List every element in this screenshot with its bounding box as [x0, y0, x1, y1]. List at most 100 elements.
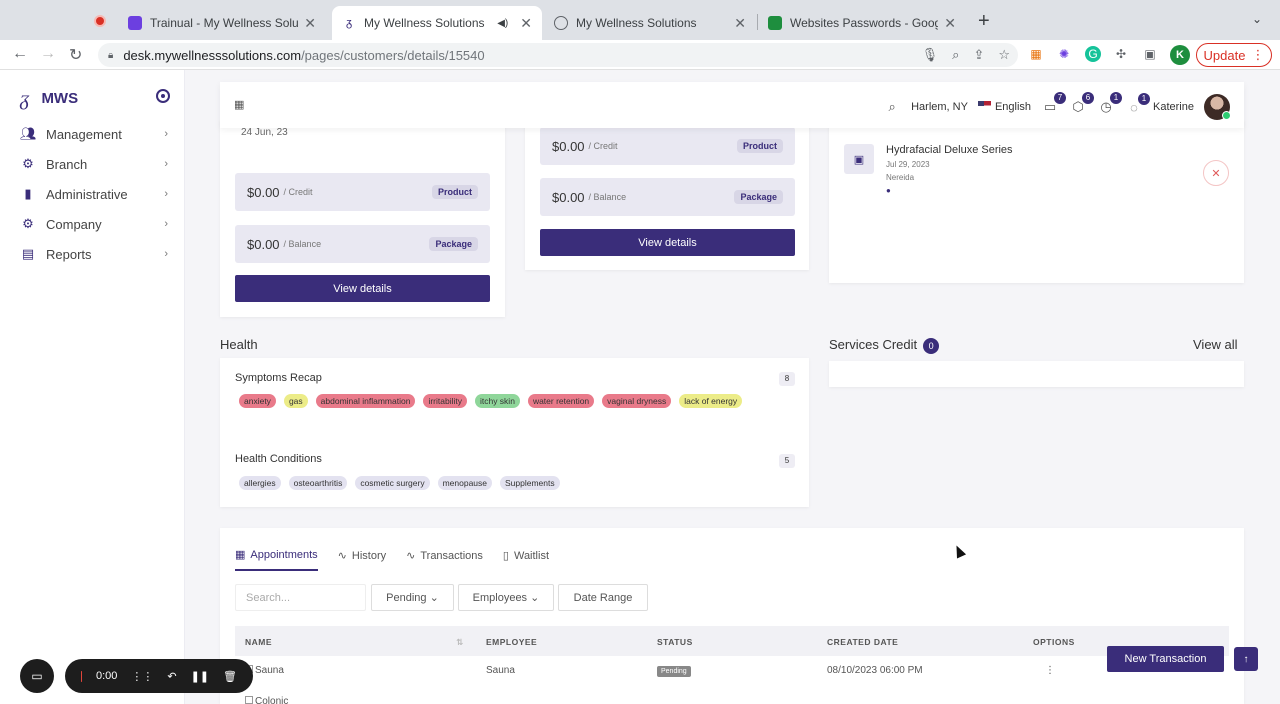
side-panel-icon[interactable]: ▣: [1142, 46, 1158, 62]
browser-tab-trainual[interactable]: Trainual - My Wellness Solution ✕: [118, 6, 326, 40]
new-tab-icon[interactable]: +: [978, 10, 990, 33]
update-button[interactable]: Update ⋮: [1196, 43, 1272, 67]
sidebar-item-management[interactable]: 👥︎ Management ›: [20, 124, 170, 144]
credit-box: $0.00 / Credit Product: [235, 173, 490, 211]
condition-tag: osteoarthritis: [288, 476, 348, 490]
row-options-icon[interactable]: ⋮: [1045, 665, 1055, 676]
remove-package-button[interactable]: ✕: [1203, 160, 1229, 186]
gear-icon: ⚙︎: [22, 156, 34, 171]
chevron-right-icon: ›: [164, 218, 168, 230]
package-date: Jul 29, 2023: [886, 160, 930, 169]
search-icon[interactable]: ⌕: [883, 99, 901, 115]
condition-tag: menopause: [437, 476, 492, 490]
table-row[interactable]: Sauna Sauna Pending 08/10/2023 06:00 PM …: [235, 656, 1229, 686]
grid-icon[interactable]: ⋮⋮: [131, 670, 153, 683]
health-title: Health: [220, 337, 258, 352]
tab-appointments[interactable]: ▦ Appointments: [235, 548, 318, 571]
camera-icon[interactable]: ▭: [20, 659, 54, 693]
undo-icon[interactable]: ↶: [167, 670, 176, 683]
app-sidebar: ᵹ MWS 👥︎ Management › ⚙︎ Branch › ▮ Admi…: [0, 70, 185, 704]
symptoms-count: 8: [779, 372, 795, 386]
profile-avatar[interactable]: K: [1170, 45, 1190, 65]
calendar-icon[interactable]: ▦: [234, 98, 244, 111]
tab-transactions[interactable]: ∿ Transactions: [406, 548, 483, 571]
customer-card-left: 24 Jun, 23 $0.00 / Credit Product $0.00 …: [220, 120, 505, 317]
extension-spark-icon[interactable]: ✺: [1056, 46, 1072, 62]
pause-icon[interactable]: ❚❚: [191, 670, 209, 683]
cart-icon[interactable]: ▭ 7: [1041, 92, 1067, 115]
cogs-icon: ⚙︎: [22, 216, 34, 231]
sidebar-item-administrative[interactable]: ▮ Administrative ›: [20, 184, 170, 204]
trash-icon[interactable]: 🗑︎: [223, 670, 237, 683]
date-range-filter[interactable]: Date Range: [558, 584, 648, 611]
symptoms-tags: anxiety gas abdominal inflammation irrit…: [239, 394, 799, 408]
browser-tab-passwords[interactable]: Websites Passwords - Google ✕: [758, 6, 966, 40]
back-arrow-icon[interactable]: ←: [12, 45, 28, 63]
card-date: 24 Jun, 23: [241, 127, 288, 138]
share-icon[interactable]: ⇪: [973, 47, 984, 63]
clock-icon[interactable]: ◷ 1: [1097, 92, 1123, 115]
forward-arrow-icon[interactable]: →: [40, 45, 56, 63]
services-credit-title: Services Credit 0: [829, 337, 940, 354]
stop-recording-button[interactable]: [81, 670, 82, 682]
zoom-icon[interactable]: ⌕: [952, 47, 959, 63]
tab-history[interactable]: ∿ History: [338, 548, 386, 571]
address-bar[interactable]: 🔒︎ desk.mywellnesssolutions.com/pages/cu…: [98, 43, 1018, 67]
trainual-favicon-icon: [128, 16, 142, 30]
user-name[interactable]: Katerine: [1153, 101, 1194, 113]
sidebar-item-company[interactable]: ⚙︎ Company ›: [20, 214, 170, 234]
comment-icon[interactable]: ●: [886, 186, 1013, 195]
grammarly-icon[interactable]: G: [1085, 46, 1101, 62]
view-all-link[interactable]: View all: [1193, 337, 1238, 352]
symptom-tag: gas: [283, 394, 308, 408]
browser-tab-mws-active[interactable]: ᵹ My Wellness Solutions ◀) ✕: [332, 6, 542, 40]
extensions-puzzle-icon[interactable]: ✣: [1113, 46, 1129, 62]
symptoms-recap-title: Symptoms Recap: [235, 372, 322, 384]
sort-icon[interactable]: ⇅: [456, 637, 464, 648]
row-checkbox[interactable]: [245, 696, 253, 704]
close-tab-icon[interactable]: ✕: [520, 15, 532, 32]
column-header[interactable]: NAME: [245, 637, 272, 647]
search-input[interactable]: Search...: [235, 584, 366, 611]
bookmark-star-icon[interactable]: ☆: [998, 47, 1010, 63]
browser-tab-mws[interactable]: My Wellness Solutions ✕: [544, 6, 756, 40]
location-label[interactable]: Harlem, NY: [911, 101, 968, 113]
tab-waitlist[interactable]: ▯ Waitlist: [503, 548, 549, 571]
pending-filter[interactable]: Pending ⌄: [371, 584, 454, 611]
tab-search-chevron-icon[interactable]: ⌄: [1252, 12, 1262, 26]
column-header: STATUS: [657, 637, 693, 647]
brand[interactable]: ᵹ MWS: [20, 86, 78, 111]
activity-icon: ∿: [406, 550, 416, 562]
view-details-button[interactable]: View details: [235, 275, 490, 302]
microphone-icon[interactable]: 🎙︎: [922, 47, 939, 63]
package-item[interactable]: ▣ Hydrafacial Deluxe Series Jul 29, 2023…: [844, 144, 1013, 195]
new-transaction-button[interactable]: New Transaction: [1107, 646, 1224, 672]
chat-icon[interactable]: ◌ 1: [1125, 92, 1151, 115]
package-title: Hydrafacial Deluxe Series: [886, 144, 1013, 156]
table-row[interactable]: Colonic: [235, 686, 1229, 704]
status-badge: Pending: [657, 666, 691, 677]
language-selector[interactable]: English: [977, 101, 1031, 113]
symptom-tag: water retention: [527, 394, 595, 408]
box-icon[interactable]: ⬡ 6: [1069, 92, 1095, 115]
close-tab-icon[interactable]: ✕: [944, 15, 956, 32]
type-pill: Package: [734, 190, 783, 204]
sidebar-toggle-icon[interactable]: [156, 89, 170, 103]
lock-icon[interactable]: 🔒︎: [108, 50, 113, 61]
employees-filter[interactable]: Employees ⌄: [458, 584, 554, 611]
view-details-button[interactable]: View details: [540, 229, 795, 256]
health-conditions-title: Health Conditions: [235, 453, 322, 465]
sidebar-item-reports[interactable]: ▤ Reports ›: [20, 244, 170, 264]
reload-icon[interactable]: ↻: [69, 45, 82, 65]
balance-box: $0.00 / Balance Package: [540, 178, 795, 216]
browser-toolbar: ← → ↻ 🔒︎ desk.mywellnesssolutions.com/pa…: [0, 40, 1280, 70]
chevron-down-icon: ⌄: [530, 592, 540, 604]
conditions-tags: allergies osteoarthritis cosmetic surger…: [239, 476, 799, 490]
audio-playing-icon[interactable]: ◀): [497, 18, 508, 29]
close-tab-icon[interactable]: ✕: [734, 15, 746, 32]
close-tab-icon[interactable]: ✕: [304, 15, 316, 32]
sidebar-item-branch[interactable]: ⚙︎ Branch ›: [20, 154, 170, 174]
scroll-to-top-button[interactable]: ↑: [1234, 647, 1258, 671]
extension-grid-icon[interactable]: ▦: [1028, 46, 1044, 62]
avatar[interactable]: [1204, 94, 1231, 120]
